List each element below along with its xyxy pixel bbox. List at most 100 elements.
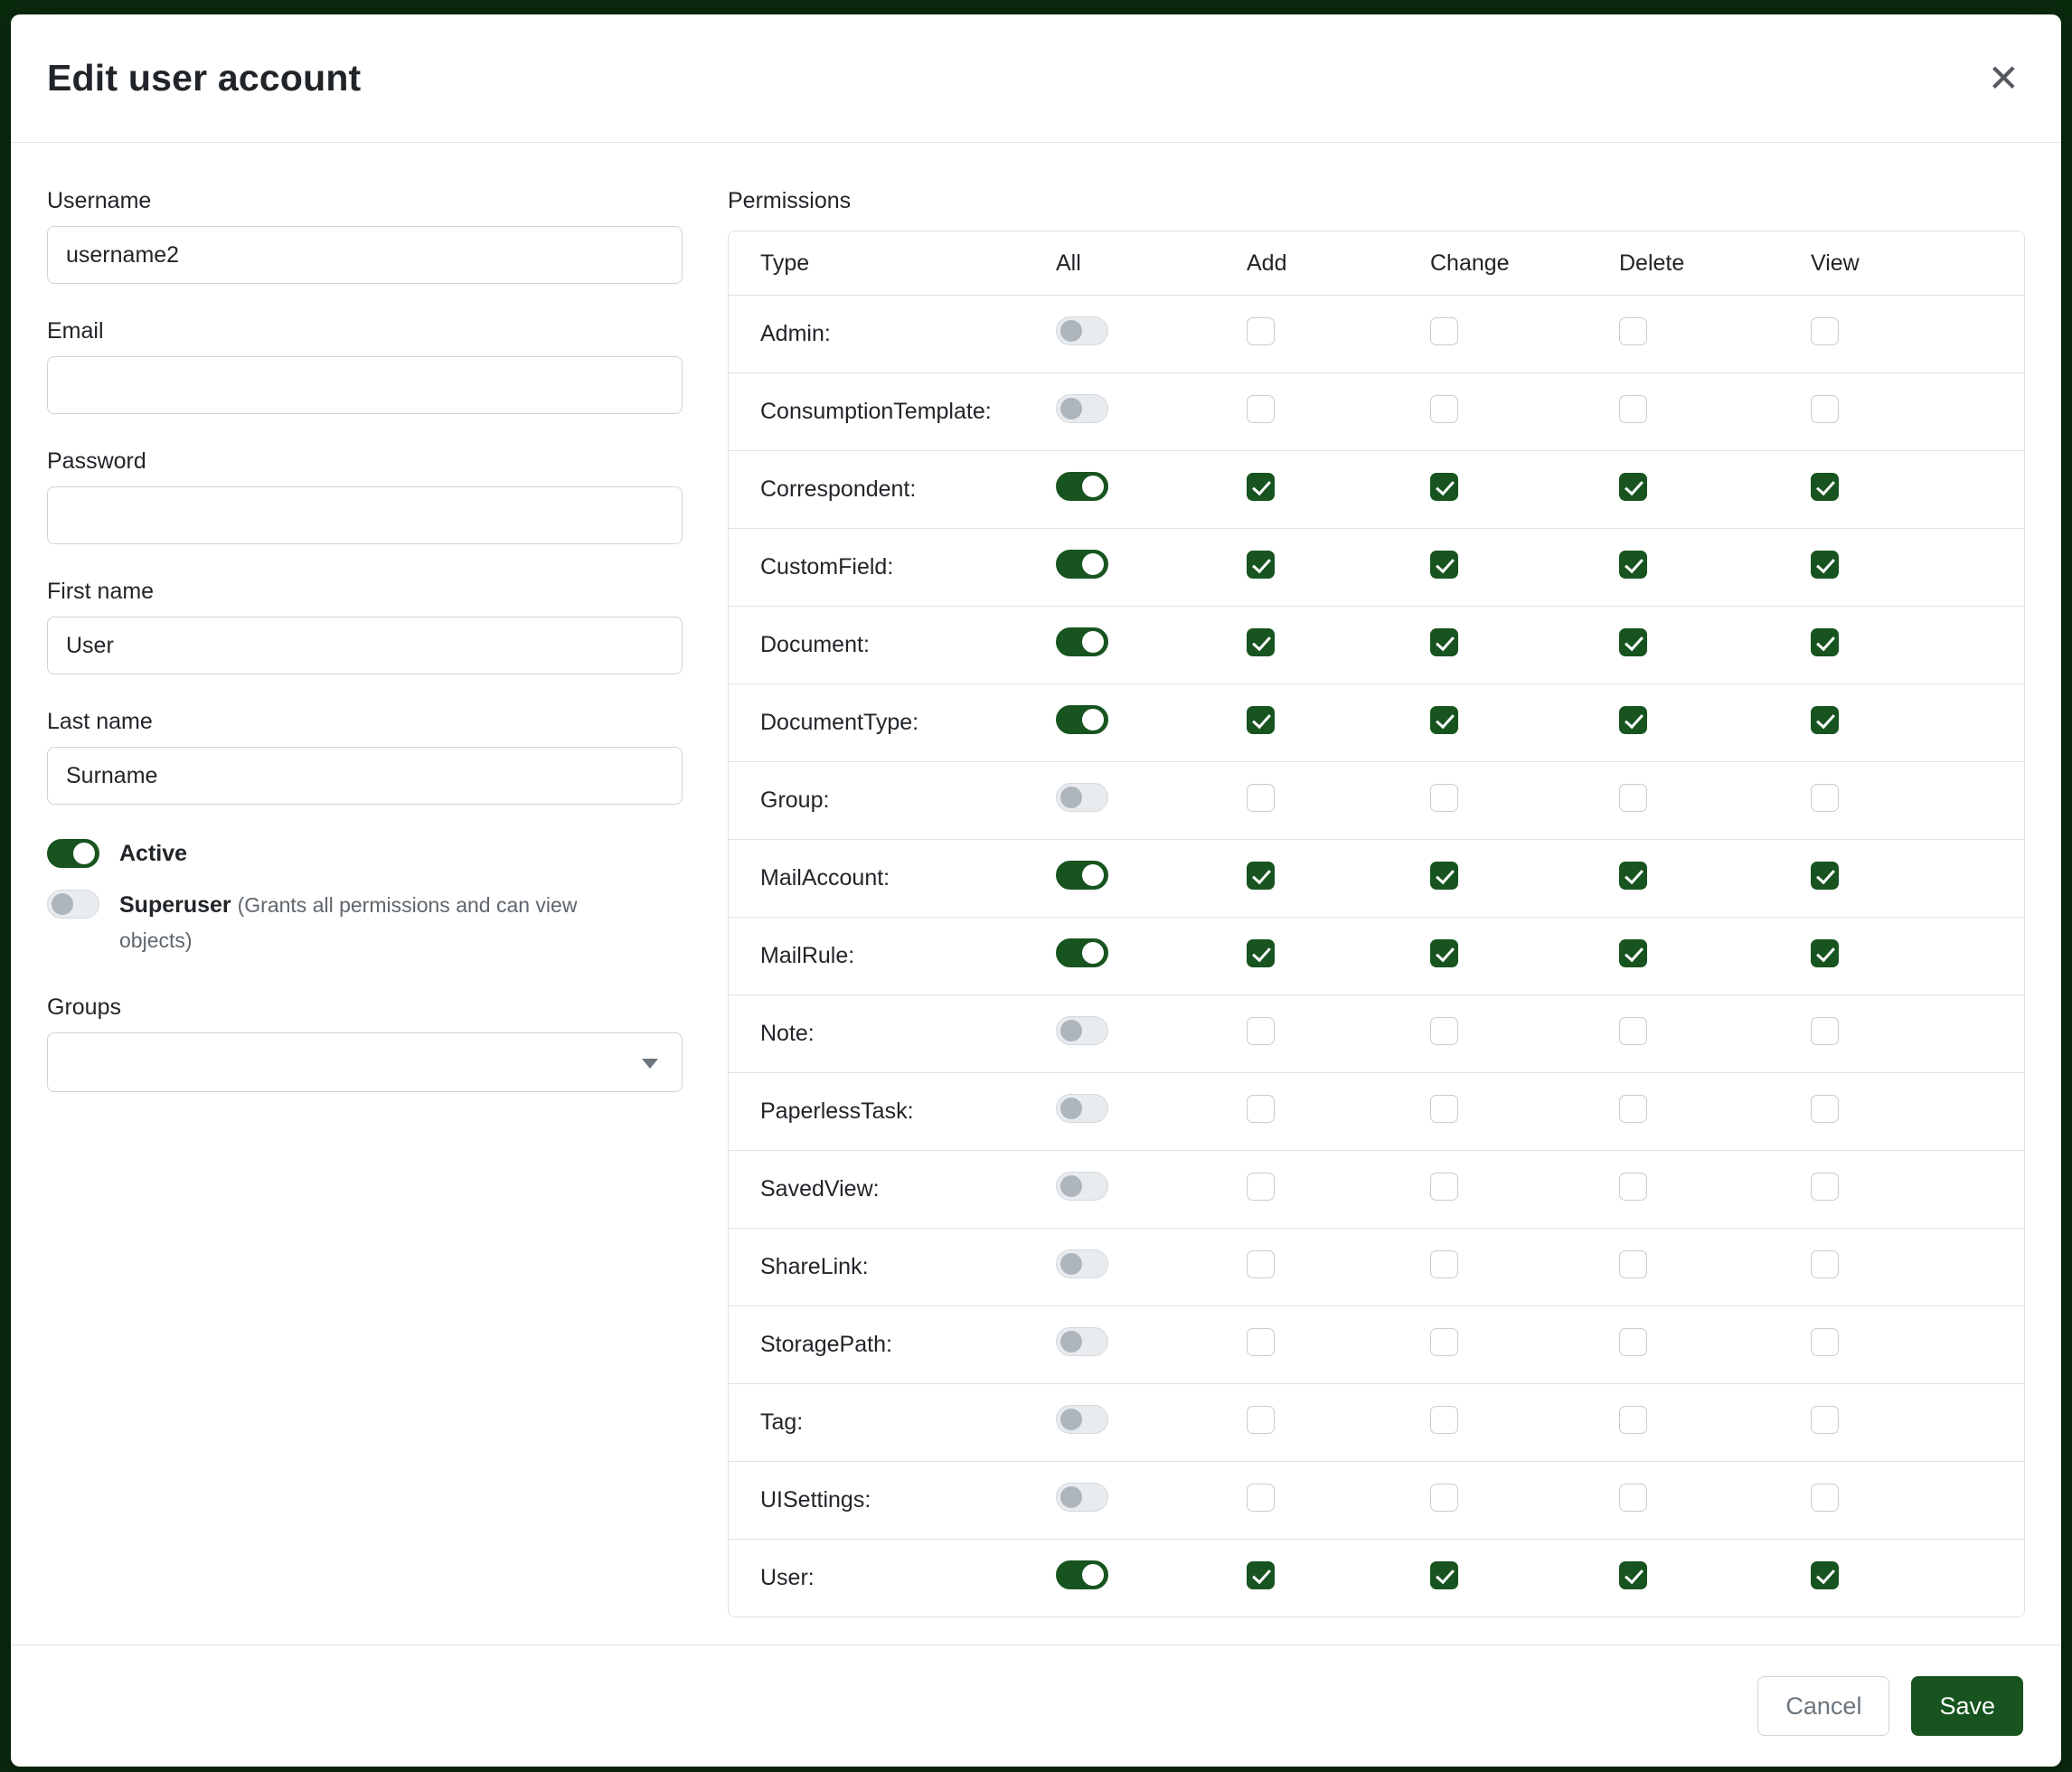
permission-change-checkbox[interactable] bbox=[1430, 862, 1458, 890]
close-icon[interactable]: ✕ bbox=[1988, 60, 2020, 98]
permission-change-checkbox[interactable] bbox=[1430, 1173, 1458, 1201]
permission-view-checkbox[interactable] bbox=[1811, 1561, 1839, 1589]
permission-delete-checkbox[interactable] bbox=[1619, 1561, 1647, 1589]
permission-add-checkbox[interactable] bbox=[1247, 628, 1275, 656]
permission-add-checkbox[interactable] bbox=[1247, 1250, 1275, 1278]
permission-view-checkbox[interactable] bbox=[1811, 1484, 1839, 1512]
permission-view-checkbox[interactable] bbox=[1811, 1406, 1839, 1434]
first-name-field[interactable] bbox=[47, 617, 683, 674]
permission-delete-checkbox[interactable] bbox=[1619, 784, 1647, 812]
permission-add-checkbox[interactable] bbox=[1247, 706, 1275, 734]
permission-delete-checkbox[interactable] bbox=[1619, 706, 1647, 734]
permission-change-checkbox[interactable] bbox=[1430, 1095, 1458, 1123]
permission-all-toggle[interactable] bbox=[1056, 316, 1108, 345]
cancel-button[interactable]: Cancel bbox=[1757, 1676, 1889, 1736]
permission-view-checkbox[interactable] bbox=[1811, 473, 1839, 501]
permission-view-checkbox[interactable] bbox=[1811, 1250, 1839, 1278]
permission-add-checkbox[interactable] bbox=[1247, 784, 1275, 812]
permission-all-toggle[interactable] bbox=[1056, 1094, 1108, 1123]
permission-change-checkbox[interactable] bbox=[1430, 473, 1458, 501]
permission-delete-checkbox[interactable] bbox=[1619, 1406, 1647, 1434]
permission-view-checkbox[interactable] bbox=[1811, 1173, 1839, 1201]
permission-delete-checkbox[interactable] bbox=[1619, 551, 1647, 579]
superuser-toggle[interactable] bbox=[47, 890, 99, 919]
permission-all-toggle[interactable] bbox=[1056, 1405, 1108, 1434]
permission-view-checkbox[interactable] bbox=[1811, 939, 1839, 967]
permission-all-toggle[interactable] bbox=[1056, 1016, 1108, 1045]
permission-all-toggle[interactable] bbox=[1056, 1172, 1108, 1201]
permission-add-checkbox[interactable] bbox=[1247, 1017, 1275, 1045]
permission-delete-checkbox[interactable] bbox=[1619, 1017, 1647, 1045]
permission-view-checkbox[interactable] bbox=[1811, 1095, 1839, 1123]
permission-change-checkbox[interactable] bbox=[1430, 1561, 1458, 1589]
modal-header: Edit user account ✕ bbox=[11, 14, 2061, 143]
username-input[interactable] bbox=[47, 226, 683, 284]
permission-add-checkbox[interactable] bbox=[1247, 1328, 1275, 1356]
permission-delete-checkbox[interactable] bbox=[1619, 1173, 1647, 1201]
permission-change-checkbox[interactable] bbox=[1430, 628, 1458, 656]
permission-view-checkbox[interactable] bbox=[1811, 862, 1839, 890]
permission-view-checkbox[interactable] bbox=[1811, 317, 1839, 345]
permission-all-toggle[interactable] bbox=[1056, 1249, 1108, 1278]
permission-change-checkbox[interactable] bbox=[1430, 395, 1458, 423]
permission-change-checkbox[interactable] bbox=[1430, 1328, 1458, 1356]
permission-delete-checkbox[interactable] bbox=[1619, 862, 1647, 890]
permission-view-checkbox[interactable] bbox=[1811, 1017, 1839, 1045]
permission-delete-checkbox[interactable] bbox=[1619, 1484, 1647, 1512]
permission-delete-checkbox[interactable] bbox=[1619, 317, 1647, 345]
permission-add-checkbox[interactable] bbox=[1247, 1561, 1275, 1589]
permission-delete-checkbox[interactable] bbox=[1619, 1095, 1647, 1123]
permission-view-checkbox[interactable] bbox=[1811, 395, 1839, 423]
permission-all-toggle[interactable] bbox=[1056, 394, 1108, 423]
permission-add-checkbox[interactable] bbox=[1247, 1095, 1275, 1123]
permission-change-checkbox[interactable] bbox=[1430, 784, 1458, 812]
permission-all-toggle[interactable] bbox=[1056, 1560, 1108, 1589]
permission-delete-checkbox[interactable] bbox=[1619, 395, 1647, 423]
permission-all-toggle[interactable] bbox=[1056, 705, 1108, 734]
permission-view-checkbox[interactable] bbox=[1811, 1328, 1839, 1356]
permission-delete-checkbox[interactable] bbox=[1619, 1250, 1647, 1278]
permission-type-label: Correspondent: bbox=[729, 476, 1056, 503]
permission-add-checkbox[interactable] bbox=[1247, 1173, 1275, 1201]
active-toggle[interactable] bbox=[47, 839, 99, 868]
permission-all-toggle[interactable] bbox=[1056, 1483, 1108, 1512]
last-name-field[interactable] bbox=[47, 747, 683, 805]
groups-select[interactable] bbox=[47, 1032, 683, 1092]
email-group: Email bbox=[47, 318, 683, 414]
permission-view-checkbox[interactable] bbox=[1811, 706, 1839, 734]
email-field[interactable] bbox=[47, 356, 683, 414]
permission-all-toggle[interactable] bbox=[1056, 861, 1108, 890]
permission-view-checkbox[interactable] bbox=[1811, 628, 1839, 656]
permission-all-toggle[interactable] bbox=[1056, 1327, 1108, 1356]
permission-add-checkbox[interactable] bbox=[1247, 317, 1275, 345]
permission-change-checkbox[interactable] bbox=[1430, 551, 1458, 579]
permission-all-toggle[interactable] bbox=[1056, 627, 1108, 656]
permission-add-checkbox[interactable] bbox=[1247, 1484, 1275, 1512]
permission-view-checkbox[interactable] bbox=[1811, 784, 1839, 812]
permission-change-checkbox[interactable] bbox=[1430, 1406, 1458, 1434]
permission-delete-checkbox[interactable] bbox=[1619, 939, 1647, 967]
permission-change-checkbox[interactable] bbox=[1430, 1484, 1458, 1512]
permission-add-checkbox[interactable] bbox=[1247, 939, 1275, 967]
permission-all-toggle[interactable] bbox=[1056, 472, 1108, 501]
permission-add-checkbox[interactable] bbox=[1247, 473, 1275, 501]
permission-add-checkbox[interactable] bbox=[1247, 1406, 1275, 1434]
permission-change-checkbox[interactable] bbox=[1430, 939, 1458, 967]
permission-change-checkbox[interactable] bbox=[1430, 1250, 1458, 1278]
permission-add-checkbox[interactable] bbox=[1247, 395, 1275, 423]
permission-all-toggle[interactable] bbox=[1056, 550, 1108, 579]
save-button[interactable]: Save bbox=[1911, 1676, 2023, 1736]
permission-delete-checkbox[interactable] bbox=[1619, 628, 1647, 656]
permission-change-checkbox[interactable] bbox=[1430, 706, 1458, 734]
permission-add-checkbox[interactable] bbox=[1247, 551, 1275, 579]
password-field[interactable] bbox=[47, 486, 683, 544]
permission-delete-checkbox[interactable] bbox=[1619, 473, 1647, 501]
permission-all-toggle[interactable] bbox=[1056, 938, 1108, 967]
permission-row: ConsumptionTemplate: bbox=[729, 372, 2024, 450]
permission-change-checkbox[interactable] bbox=[1430, 317, 1458, 345]
permission-change-checkbox[interactable] bbox=[1430, 1017, 1458, 1045]
permission-add-checkbox[interactable] bbox=[1247, 862, 1275, 890]
permission-all-toggle[interactable] bbox=[1056, 783, 1108, 812]
permission-delete-checkbox[interactable] bbox=[1619, 1328, 1647, 1356]
permission-view-checkbox[interactable] bbox=[1811, 551, 1839, 579]
